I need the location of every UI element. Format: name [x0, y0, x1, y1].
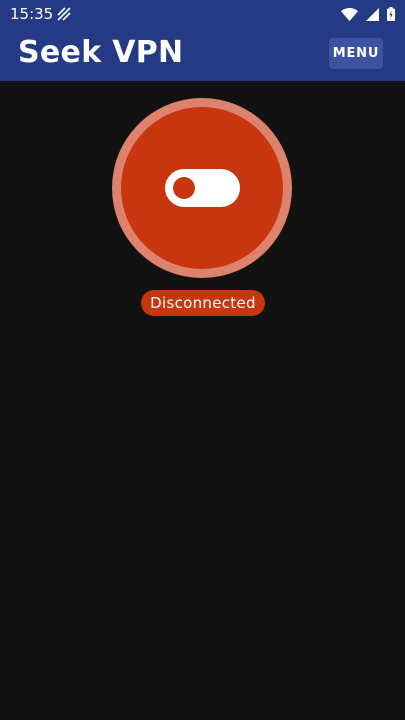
striped-notification-icon — [57, 7, 71, 21]
cellular-signal-icon — [366, 7, 379, 21]
connect-button-core[interactable] — [121, 107, 283, 269]
status-time: 15:35 — [10, 5, 54, 23]
app-bar: Seek VPN MENU — [0, 28, 405, 81]
menu-button[interactable]: MENU — [329, 38, 383, 69]
wifi-icon — [341, 7, 358, 21]
vpn-screen: 15:35 Seek VPN MENU Disconnected — [0, 0, 405, 720]
toggle-off-icon — [165, 169, 240, 207]
app-title: Seek VPN — [18, 35, 184, 70]
status-icons — [341, 5, 395, 23]
connection-status-badge: Disconnected — [141, 290, 265, 316]
battery-icon — [387, 7, 395, 21]
connect-button[interactable] — [112, 98, 292, 278]
status-bar: 15:35 — [0, 0, 405, 28]
